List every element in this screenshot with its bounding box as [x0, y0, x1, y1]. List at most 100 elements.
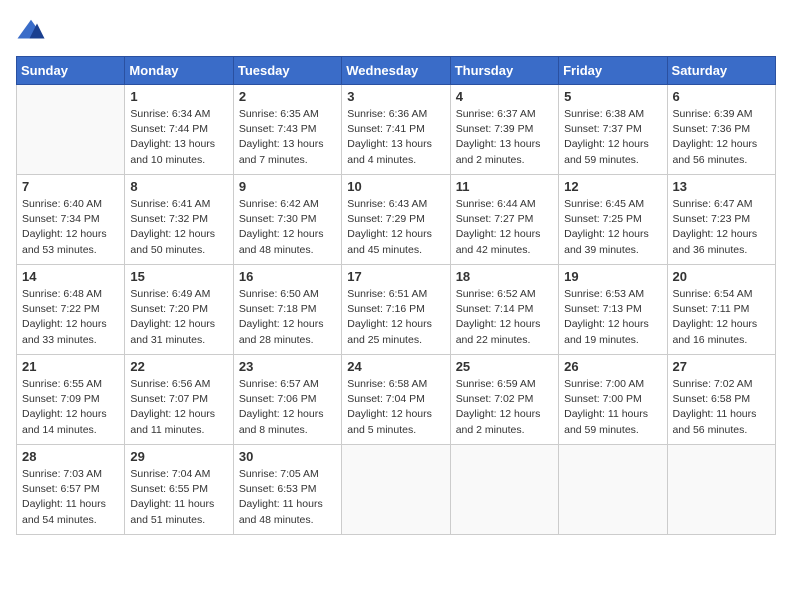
calendar-cell: 5Sunrise: 6:38 AM Sunset: 7:37 PM Daylig… — [559, 85, 667, 175]
logo — [16, 16, 50, 46]
day-number: 26 — [564, 359, 661, 374]
day-number: 11 — [456, 179, 553, 194]
day-info: Sunrise: 6:52 AM Sunset: 7:14 PM Dayligh… — [456, 287, 553, 348]
calendar-cell: 18 Sunrise: 6:52 AM Sunset: 7:14 PM Dayli… — [450, 265, 558, 355]
day-number: 25 — [456, 359, 553, 374]
day-number: 6 — [673, 89, 770, 104]
page-header — [16, 16, 776, 46]
day-number: 13 — [673, 179, 770, 194]
calendar-cell: 26 Sunrise: 7:00 AM Sunset: 7:00 PM Dayli… — [559, 355, 667, 445]
day-info: Sunrise: 6:42 AM Sunset: 7:30 PM Dayligh… — [239, 197, 336, 258]
week-row-4: 21 Sunrise: 6:55 AM Sunset: 7:09 PM Dayli… — [17, 355, 776, 445]
calendar-cell: 28Sunrise: 7:03 AM Sunset: 6:57 PM Dayli… — [17, 445, 125, 535]
day-number: 8 — [130, 179, 227, 194]
calendar-cell: 10 Sunrise: 6:43 AM Sunset: 7:29 PM Dayli… — [342, 175, 450, 265]
day-info: Sunrise: 6:59 AM Sunset: 7:02 PM Dayligh… — [456, 377, 553, 438]
day-info: Sunrise: 6:49 AM Sunset: 7:20 PM Dayligh… — [130, 287, 227, 348]
calendar-cell: 21 Sunrise: 6:55 AM Sunset: 7:09 PM Dayli… — [17, 355, 125, 445]
day-number: 29 — [130, 449, 227, 464]
calendar-table: SundayMondayTuesdayWednesdayThursdayFrid… — [16, 56, 776, 535]
calendar-header: SundayMondayTuesdayWednesdayThursdayFrid… — [17, 57, 776, 85]
day-info: Sunrise: 6:35 AM Sunset: 7:43 PM Dayligh… — [239, 107, 336, 168]
day-info: Sunrise: 6:53 AM Sunset: 7:13 PM Dayligh… — [564, 287, 661, 348]
day-number: 18 — [456, 269, 553, 284]
day-number: 12 — [564, 179, 661, 194]
calendar-cell — [559, 445, 667, 535]
calendar-cell: 8Sunrise: 6:41 AM Sunset: 7:32 PM Daylig… — [125, 175, 233, 265]
day-info: Sunrise: 6:43 AM Sunset: 7:29 PM Dayligh… — [347, 197, 444, 258]
weekday-wednesday: Wednesday — [342, 57, 450, 85]
day-number: 19 — [564, 269, 661, 284]
week-row-2: 7 Sunrise: 6:40 AM Sunset: 7:34 PM Daylig… — [17, 175, 776, 265]
day-number: 4 — [456, 89, 553, 104]
weekday-saturday: Saturday — [667, 57, 775, 85]
day-info: Sunrise: 6:57 AM Sunset: 7:06 PM Dayligh… — [239, 377, 336, 438]
calendar-cell: 3 Sunrise: 6:36 AM Sunset: 7:41 PM Daylig… — [342, 85, 450, 175]
weekday-sunday: Sunday — [17, 57, 125, 85]
calendar-cell: 27Sunrise: 7:02 AM Sunset: 6:58 PM Dayli… — [667, 355, 775, 445]
calendar-cell: 19 Sunrise: 6:53 AM Sunset: 7:13 PM Dayli… — [559, 265, 667, 355]
day-info: Sunrise: 6:51 AM Sunset: 7:16 PM Dayligh… — [347, 287, 444, 348]
day-info: Sunrise: 6:39 AM Sunset: 7:36 PM Dayligh… — [673, 107, 770, 168]
day-info: Sunrise: 6:56 AM Sunset: 7:07 PM Dayligh… — [130, 377, 227, 438]
day-number: 15 — [130, 269, 227, 284]
weekday-monday: Monday — [125, 57, 233, 85]
calendar-cell: 1 Sunrise: 6:34 AM Sunset: 7:44 PM Daylig… — [125, 85, 233, 175]
day-number: 10 — [347, 179, 444, 194]
day-number: 7 — [22, 179, 119, 194]
calendar-cell: 11 Sunrise: 6:44 AM Sunset: 7:27 PM Dayli… — [450, 175, 558, 265]
weekday-tuesday: Tuesday — [233, 57, 341, 85]
day-info: Sunrise: 6:36 AM Sunset: 7:41 PM Dayligh… — [347, 107, 444, 168]
calendar-body: 1 Sunrise: 6:34 AM Sunset: 7:44 PM Daylig… — [17, 85, 776, 535]
day-info: Sunrise: 6:55 AM Sunset: 7:09 PM Dayligh… — [22, 377, 119, 438]
day-number: 5 — [564, 89, 661, 104]
day-number: 30 — [239, 449, 336, 464]
calendar-cell: 24 Sunrise: 6:58 AM Sunset: 7:04 PM Dayli… — [342, 355, 450, 445]
calendar-cell: 7 Sunrise: 6:40 AM Sunset: 7:34 PM Daylig… — [17, 175, 125, 265]
day-number: 22 — [130, 359, 227, 374]
calendar-cell: 6 Sunrise: 6:39 AM Sunset: 7:36 PM Daylig… — [667, 85, 775, 175]
weekday-thursday: Thursday — [450, 57, 558, 85]
day-info: Sunrise: 6:58 AM Sunset: 7:04 PM Dayligh… — [347, 377, 444, 438]
calendar-cell: 4 Sunrise: 6:37 AM Sunset: 7:39 PM Daylig… — [450, 85, 558, 175]
day-number: 14 — [22, 269, 119, 284]
calendar-cell: 23 Sunrise: 6:57 AM Sunset: 7:06 PM Dayli… — [233, 355, 341, 445]
day-info: Sunrise: 7:00 AM Sunset: 7:00 PM Dayligh… — [564, 377, 661, 438]
day-info: Sunrise: 6:54 AM Sunset: 7:11 PM Dayligh… — [673, 287, 770, 348]
day-info: Sunrise: 6:48 AM Sunset: 7:22 PM Dayligh… — [22, 287, 119, 348]
day-info: Sunrise: 6:44 AM Sunset: 7:27 PM Dayligh… — [456, 197, 553, 258]
calendar-cell: 17Sunrise: 6:51 AM Sunset: 7:16 PM Dayli… — [342, 265, 450, 355]
calendar-cell: 29 Sunrise: 7:04 AM Sunset: 6:55 PM Dayli… — [125, 445, 233, 535]
day-info: Sunrise: 6:45 AM Sunset: 7:25 PM Dayligh… — [564, 197, 661, 258]
week-row-5: 28Sunrise: 7:03 AM Sunset: 6:57 PM Dayli… — [17, 445, 776, 535]
day-number: 1 — [130, 89, 227, 104]
day-number: 24 — [347, 359, 444, 374]
calendar-cell: 16Sunrise: 6:50 AM Sunset: 7:18 PM Dayli… — [233, 265, 341, 355]
day-info: Sunrise: 7:04 AM Sunset: 6:55 PM Dayligh… — [130, 467, 227, 528]
calendar-cell — [342, 445, 450, 535]
calendar-cell: 13Sunrise: 6:47 AM Sunset: 7:23 PM Dayli… — [667, 175, 775, 265]
calendar-cell: 14 Sunrise: 6:48 AM Sunset: 7:22 PM Dayli… — [17, 265, 125, 355]
calendar-cell: 2Sunrise: 6:35 AM Sunset: 7:43 PM Daylig… — [233, 85, 341, 175]
calendar-cell — [17, 85, 125, 175]
day-info: Sunrise: 7:05 AM Sunset: 6:53 PM Dayligh… — [239, 467, 336, 528]
day-number: 23 — [239, 359, 336, 374]
week-row-1: 1 Sunrise: 6:34 AM Sunset: 7:44 PM Daylig… — [17, 85, 776, 175]
calendar-cell: 25 Sunrise: 6:59 AM Sunset: 7:02 PM Dayli… — [450, 355, 558, 445]
logo-icon — [16, 16, 46, 46]
day-number: 16 — [239, 269, 336, 284]
calendar-cell — [450, 445, 558, 535]
calendar-cell: 12 Sunrise: 6:45 AM Sunset: 7:25 PM Dayli… — [559, 175, 667, 265]
week-row-3: 14 Sunrise: 6:48 AM Sunset: 7:22 PM Dayli… — [17, 265, 776, 355]
day-number: 27 — [673, 359, 770, 374]
day-number: 3 — [347, 89, 444, 104]
day-info: Sunrise: 6:34 AM Sunset: 7:44 PM Dayligh… — [130, 107, 227, 168]
calendar-cell: 20Sunrise: 6:54 AM Sunset: 7:11 PM Dayli… — [667, 265, 775, 355]
calendar-cell — [667, 445, 775, 535]
day-info: Sunrise: 6:40 AM Sunset: 7:34 PM Dayligh… — [22, 197, 119, 258]
calendar-cell: 15 Sunrise: 6:49 AM Sunset: 7:20 PM Dayli… — [125, 265, 233, 355]
calendar-cell: 9Sunrise: 6:42 AM Sunset: 7:30 PM Daylig… — [233, 175, 341, 265]
calendar-cell: 30 Sunrise: 7:05 AM Sunset: 6:53 PM Dayli… — [233, 445, 341, 535]
day-number: 21 — [22, 359, 119, 374]
day-info: Sunrise: 6:37 AM Sunset: 7:39 PM Dayligh… — [456, 107, 553, 168]
